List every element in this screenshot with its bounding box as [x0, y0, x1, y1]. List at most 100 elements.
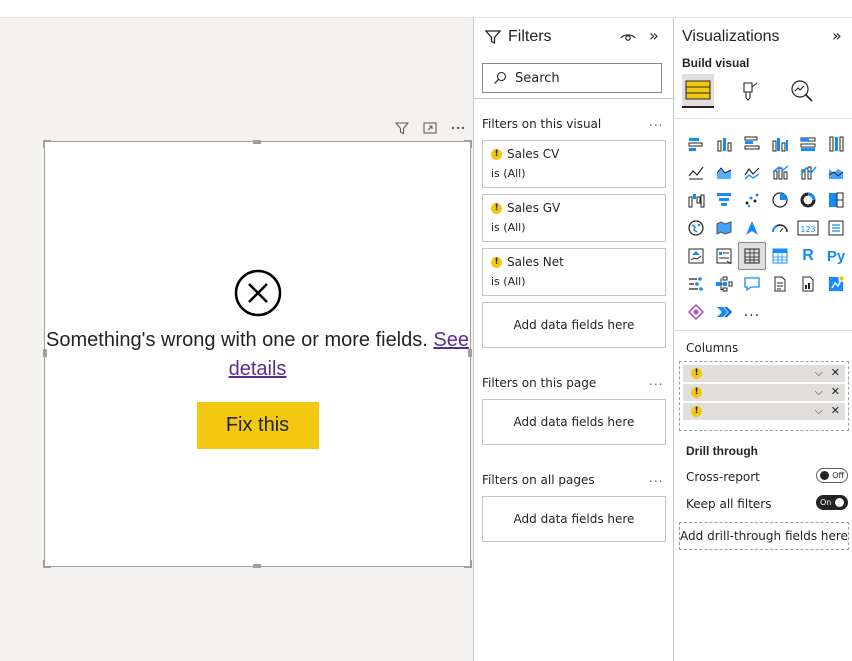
- key-influencers-icon[interactable]: [682, 270, 710, 298]
- decomposition-tree-icon[interactable]: [710, 270, 738, 298]
- build-visual-label: Build visual: [682, 56, 750, 70]
- column-field-broken[interactable]: ! ⌵ ✕: [683, 403, 845, 420]
- column-field-broken[interactable]: ! ⌵ ✕: [683, 384, 845, 401]
- resize-handle[interactable]: [43, 560, 51, 568]
- filled-map-icon[interactable]: [710, 214, 738, 242]
- remove-field-icon[interactable]: ✕: [831, 366, 840, 379]
- r-label: R: [802, 247, 814, 264]
- page-filters-dropzone[interactable]: Add data fields here: [482, 399, 666, 445]
- more-options-icon[interactable]: ...: [649, 374, 663, 388]
- paginated-report-icon[interactable]: [794, 270, 822, 298]
- keep-all-filters-toggle[interactable]: On: [816, 495, 848, 510]
- warning-icon: !: [491, 256, 502, 268]
- divider: [474, 98, 673, 99]
- slicer-icon[interactable]: [710, 242, 738, 270]
- matrix-icon[interactable]: [766, 242, 794, 270]
- power-automate-icon[interactable]: [682, 298, 710, 326]
- divider: [674, 330, 852, 331]
- stacked-bar-chart-icon[interactable]: [682, 130, 710, 158]
- 100-stacked-column-chart-icon[interactable]: [822, 130, 850, 158]
- column-field-broken[interactable]: ! ⌵ ✕: [683, 365, 845, 382]
- eye-icon[interactable]: [619, 28, 637, 46]
- resize-handle[interactable]: [464, 560, 472, 568]
- r-visual-icon[interactable]: R: [794, 242, 822, 270]
- clustered-column-chart-icon[interactable]: [766, 130, 794, 158]
- resize-handle[interactable]: [43, 140, 51, 148]
- cross-report-toggle[interactable]: Off: [816, 468, 848, 483]
- keep-all-filters-row: Keep all filters On: [686, 495, 848, 511]
- visual-type-gallery: 123 R Py ...: [682, 130, 850, 326]
- area-chart-icon[interactable]: [710, 158, 738, 186]
- filter-card-sales-gv[interactable]: ! Sales GV is (All): [482, 194, 666, 242]
- resize-handle[interactable]: [253, 140, 261, 144]
- treemap-icon[interactable]: [822, 186, 850, 214]
- line-and-column-chart-icon[interactable]: [766, 158, 794, 186]
- filters-search-input[interactable]: Search: [482, 63, 662, 93]
- line-and-clustered-column-icon[interactable]: [794, 158, 822, 186]
- remove-field-icon[interactable]: ✕: [831, 404, 840, 417]
- filter-value: is (All): [491, 167, 526, 180]
- gauge-icon[interactable]: [766, 214, 794, 242]
- warning-icon: !: [691, 387, 702, 398]
- visualizations-title-text: Visualizations: [682, 28, 780, 45]
- more-options-icon[interactable]: ...: [649, 471, 663, 485]
- all-pages-filters-dropzone[interactable]: Add data fields here: [482, 496, 666, 542]
- drill-through-heading: Drill through: [686, 444, 758, 458]
- multi-row-card-icon[interactable]: [822, 214, 850, 242]
- narrative-icon[interactable]: [766, 270, 794, 298]
- donut-chart-icon[interactable]: [794, 186, 822, 214]
- analytics-tab[interactable]: [786, 74, 818, 108]
- more-visuals-icon[interactable]: ...: [738, 298, 766, 326]
- search-icon: [494, 71, 507, 84]
- drill-through-dropzone[interactable]: Add drill-through fields here: [679, 522, 849, 550]
- columns-well: ! ⌵ ✕ ! ⌵ ✕ ! ⌵ ✕: [679, 361, 849, 431]
- power-automate-flow-icon[interactable]: [710, 298, 738, 326]
- azure-map-icon[interactable]: [738, 214, 766, 242]
- stacked-area-chart-icon[interactable]: [738, 158, 766, 186]
- filter-icon[interactable]: [390, 117, 414, 139]
- funnel-icon: [484, 30, 502, 45]
- card-number-label: 123: [800, 225, 815, 234]
- paintbrush-icon: [743, 82, 758, 101]
- collapse-visualizations-icon[interactable]: »: [832, 26, 842, 45]
- pie-chart-icon[interactable]: [766, 186, 794, 214]
- resize-handle[interactable]: [464, 140, 472, 148]
- visualizations-pane: Visualizations » Build visual 123 R Py .…: [674, 18, 852, 661]
- power-apps-icon[interactable]: [822, 270, 850, 298]
- visual-filters-dropzone[interactable]: Add data fields here: [482, 302, 666, 348]
- filter-name: Sales Net: [507, 255, 564, 269]
- scatter-chart-icon[interactable]: [738, 186, 766, 214]
- resize-handle[interactable]: [253, 564, 261, 568]
- error-circle-x-icon: [233, 268, 283, 318]
- filter-card-sales-net[interactable]: ! Sales Net is (All): [482, 248, 666, 296]
- filter-card-sales-cv[interactable]: ! Sales CV is (All): [482, 140, 666, 188]
- more-options-icon[interactable]: ...: [649, 115, 663, 129]
- table-visual[interactable]: Something's wrong with one or more field…: [43, 140, 472, 568]
- divider: [674, 118, 852, 119]
- waterfall-chart-icon[interactable]: [682, 186, 710, 214]
- chevron-down-icon[interactable]: ⌵: [815, 404, 823, 418]
- kpi-icon[interactable]: [682, 242, 710, 270]
- fix-this-button[interactable]: Fix this: [196, 402, 319, 449]
- collapse-filters-icon[interactable]: »: [649, 26, 659, 45]
- remove-field-icon[interactable]: ✕: [831, 385, 840, 398]
- line-chart-icon[interactable]: [682, 158, 710, 186]
- focus-mode-icon[interactable]: [418, 117, 442, 139]
- more-options-icon[interactable]: [446, 117, 470, 139]
- format-visual-tab[interactable]: [734, 74, 766, 108]
- clustered-bar-chart-icon[interactable]: [738, 130, 766, 158]
- chevron-down-icon[interactable]: ⌵: [815, 366, 823, 380]
- table-visual-icon[interactable]: [738, 242, 766, 270]
- build-visual-tab[interactable]: [682, 74, 714, 108]
- stacked-column-chart-icon[interactable]: [710, 130, 738, 158]
- qa-visual-icon[interactable]: [738, 270, 766, 298]
- 100-stacked-bar-chart-icon[interactable]: [794, 130, 822, 158]
- card-icon[interactable]: 123: [794, 214, 822, 242]
- funnel-chart-icon[interactable]: [710, 186, 738, 214]
- python-visual-icon[interactable]: Py: [822, 242, 850, 270]
- chevron-down-icon[interactable]: ⌵: [815, 385, 823, 399]
- toggle-state: Off: [832, 471, 844, 480]
- map-globe-icon[interactable]: [682, 214, 710, 242]
- filter-value: is (All): [491, 275, 526, 288]
- ribbon-chart-icon[interactable]: [822, 158, 850, 186]
